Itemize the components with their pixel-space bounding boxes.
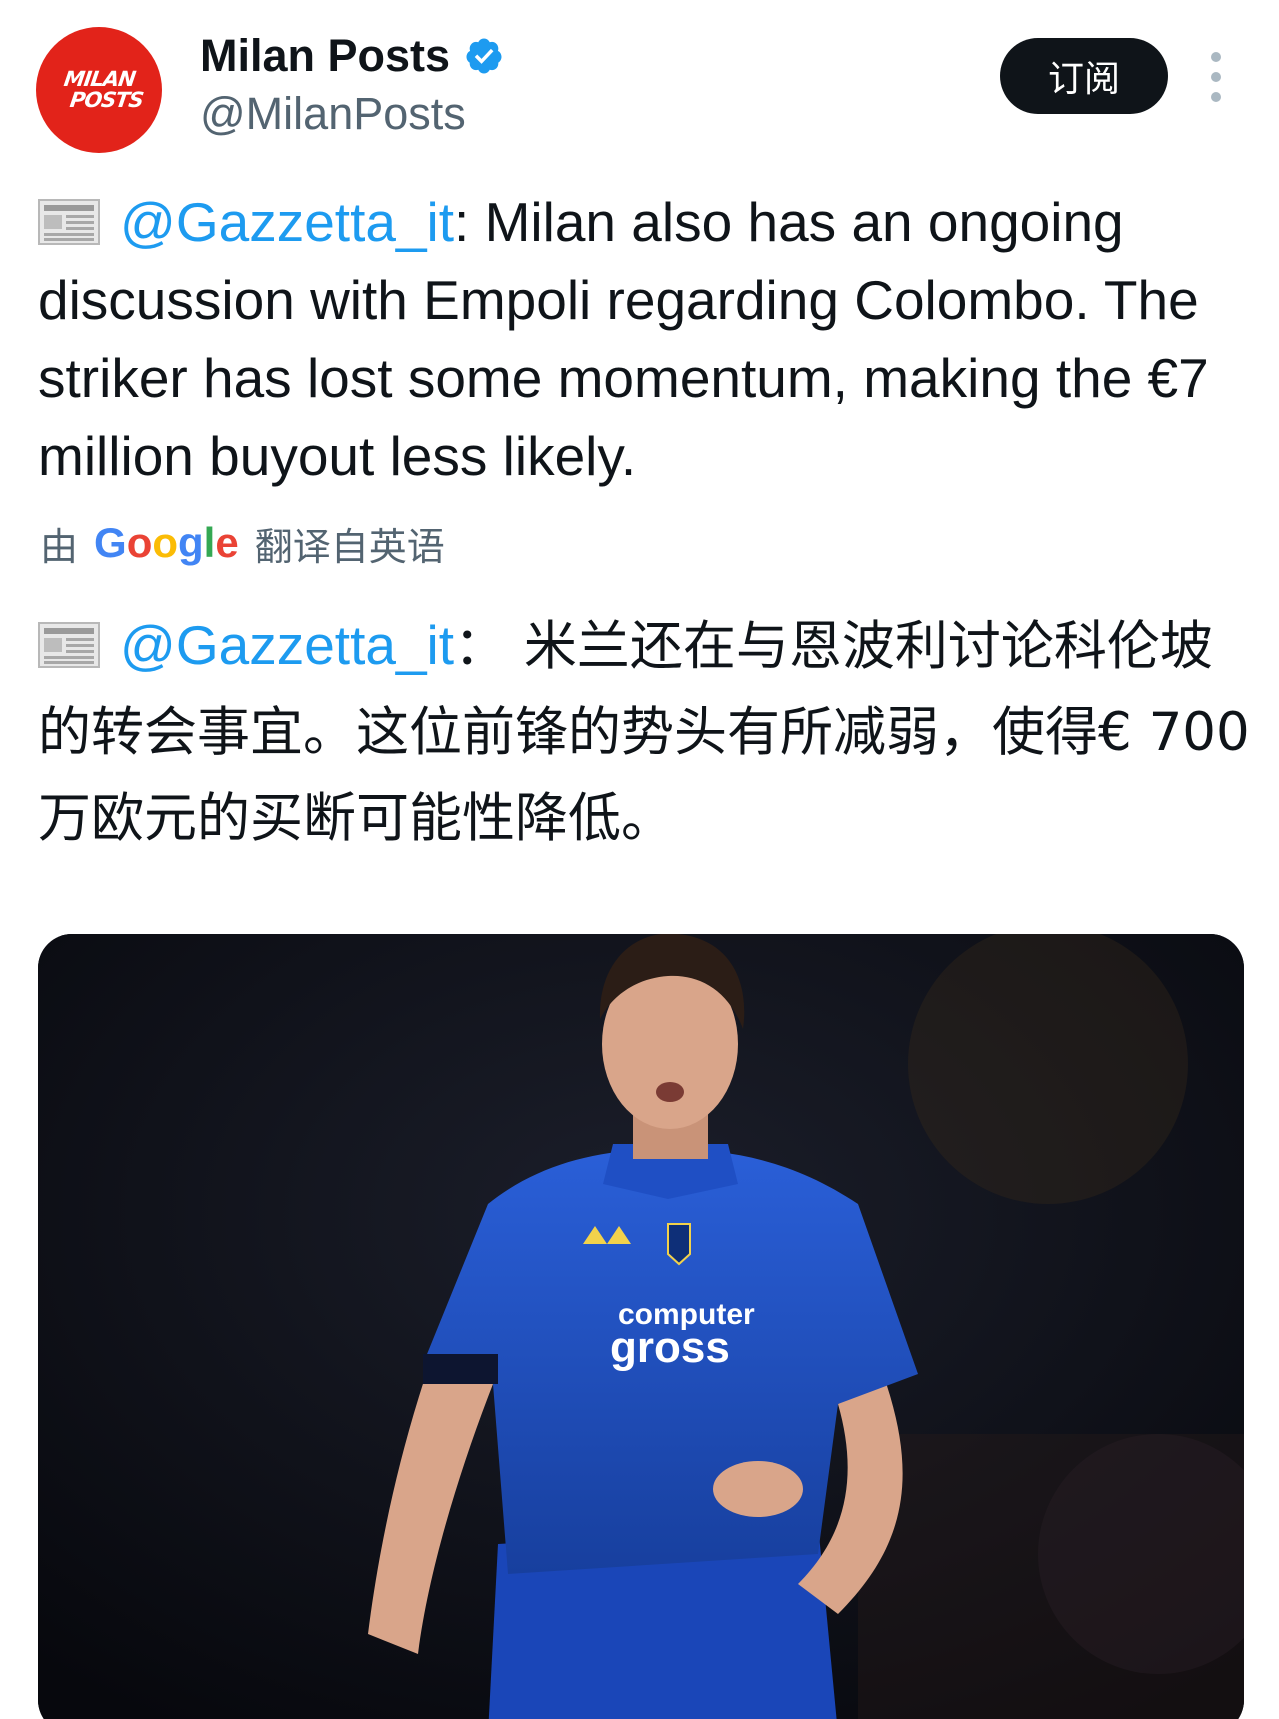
jersey-sponsor-line2: gross [610, 1323, 730, 1372]
translation-suffix: 翻译自英语 [254, 524, 445, 569]
tweet-header: MILAN POSTS Milan Posts @MilanPosts 订阅 [0, 0, 1279, 170]
handle[interactable]: @MilanPosts [200, 88, 466, 140]
display-name[interactable]: Milan Posts [200, 30, 450, 82]
subscribe-button[interactable]: 订阅 [1000, 38, 1168, 114]
avatar-text-line1: MILAN [61, 67, 137, 91]
google-logo: Google [94, 519, 239, 566]
player-photo: computer gross [38, 934, 1244, 1719]
tweet-photo[interactable]: computer gross [38, 934, 1244, 1719]
more-vertical-icon[interactable] [1206, 52, 1226, 102]
translation-attribution[interactable]: 由 Google 翻译自英语 [40, 518, 445, 569]
tweet-text: @Gazzetta_it: Milan also has an ongoing … [38, 183, 1248, 495]
newspaper-icon [38, 199, 100, 245]
newspaper-icon [38, 622, 100, 668]
avatar[interactable]: MILAN POSTS [36, 27, 162, 153]
mention-link[interactable]: @Gazzetta_it [120, 191, 454, 253]
translated-tweet-text: @Gazzetta_it： 米兰还在与恩波利讨论科伦坡的转会事宜。这位前锋的势头… [38, 602, 1258, 862]
avatar-text-line2: POSTS [67, 88, 145, 112]
name-row: Milan Posts [200, 30, 504, 82]
mention-link[interactable]: @Gazzetta_it [120, 614, 454, 676]
verified-badge-icon [466, 38, 502, 74]
translation-prefix: 由 [40, 524, 79, 569]
